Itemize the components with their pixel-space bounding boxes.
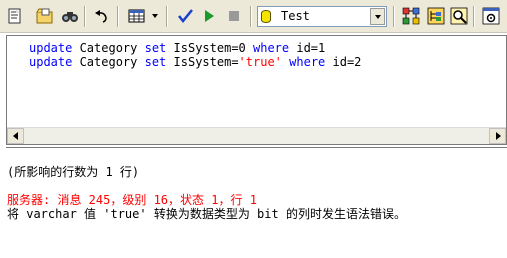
chevron-down-icon[interactable] — [152, 14, 158, 18]
sql-text: id=2 — [325, 55, 362, 69]
query-editor[interactable]: update Category set IsSystem=0 where id=… — [7, 36, 506, 127]
sql-text: IsSystem= — [166, 55, 239, 69]
sql-text: IsSystem=0 — [166, 41, 253, 55]
sql-keyword: set — [144, 55, 167, 69]
sql-line-1: update Category set IsSystem=0 where id=… — [29, 41, 506, 55]
sql-string-literal: 'true' — [238, 55, 282, 69]
sql-keyword: where — [289, 55, 326, 69]
database-dropdown-button[interactable] — [370, 8, 385, 25]
results-grid-icon[interactable] — [127, 6, 147, 26]
toolbar-separator — [166, 6, 168, 27]
object-browser-icon[interactable] — [426, 6, 446, 26]
sql-text: id=1 — [289, 41, 326, 55]
database-select[interactable]: Test — [257, 6, 387, 27]
rows-affected-message: (所影响的行数为 1 行) — [7, 165, 140, 179]
sql-keyword: update — [29, 55, 73, 69]
toolbar-separator — [117, 6, 119, 27]
sql-keyword: set — [144, 41, 167, 55]
stop-icon[interactable] — [224, 6, 244, 26]
error-message: 将 varchar 值 'true' 转换为数据类型为 bit 的列时发生语法错… — [7, 207, 406, 221]
database-icon — [261, 10, 271, 23]
undo-icon[interactable] — [92, 6, 112, 26]
toolbar-separator — [84, 6, 86, 27]
sql-line-2: update Category set IsSystem='true' wher… — [29, 55, 506, 69]
search-icon[interactable] — [449, 6, 469, 26]
scroll-right-arrow-icon[interactable] — [489, 128, 506, 144]
find-icon[interactable] — [60, 6, 80, 26]
new-query-icon[interactable] — [5, 6, 25, 26]
toolbar: Test — [0, 0, 507, 33]
parse-checkmark-icon[interactable] — [175, 6, 195, 26]
toolbar-separator — [473, 6, 475, 27]
estimated-plan-icon[interactable] — [401, 6, 421, 26]
query-editor-pane: update Category set IsSystem=0 where id=… — [6, 35, 507, 145]
sql-text: Category — [72, 41, 145, 55]
execute-play-icon[interactable] — [199, 6, 219, 26]
open-file-icon[interactable] — [35, 6, 55, 26]
toolbar-separator — [393, 6, 395, 27]
options-icon[interactable] — [481, 6, 501, 26]
editor-horizontal-scrollbar[interactable] — [7, 127, 506, 144]
sql-keyword: update — [29, 41, 73, 55]
sql-keyword: where — [253, 41, 290, 55]
sql-text: Category — [72, 55, 145, 69]
scroll-left-arrow-icon[interactable] — [7, 128, 24, 144]
toolbar-separator — [250, 6, 252, 27]
server-error-header: 服务器: 消息 245，级别 16，状态 1，行 1 — [7, 193, 257, 207]
database-select-value: Test — [281, 9, 310, 23]
messages-pane: (所影响的行数为 1 行) 服务器: 消息 245，级别 16，状态 1，行 1… — [6, 147, 507, 258]
